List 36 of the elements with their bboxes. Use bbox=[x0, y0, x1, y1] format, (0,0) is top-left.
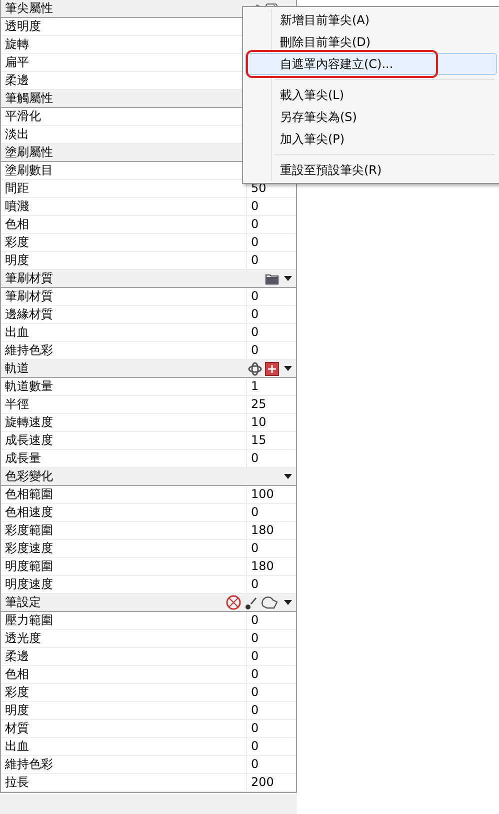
section-title: 塗刷屬性 bbox=[5, 144, 54, 161]
property-label: 維持色彩 bbox=[1, 756, 247, 773]
property-label: 彩度速度 bbox=[1, 540, 247, 557]
property-label: 明度 bbox=[1, 252, 247, 269]
property-label: 出血 bbox=[1, 738, 247, 755]
property-label: 出血 bbox=[1, 324, 247, 341]
property-label: 旋轉速度 bbox=[1, 414, 247, 431]
property-label: 色相範圍 bbox=[1, 486, 247, 503]
property-label: 維持色彩 bbox=[1, 342, 247, 359]
property-label: 色相速度 bbox=[1, 504, 247, 521]
section-title: 筆刷材質 bbox=[5, 270, 54, 287]
property-label: 色相 bbox=[1, 666, 247, 683]
section-title: 筆設定 bbox=[5, 594, 42, 611]
property-label: 邊緣材質 bbox=[1, 306, 247, 323]
property-label: 柔邊 bbox=[1, 648, 247, 665]
property-label: 明度範圍 bbox=[1, 558, 247, 575]
property-label: 彩度 bbox=[1, 234, 247, 251]
section-title: 軌道 bbox=[5, 360, 30, 377]
section-title: 筆尖屬性 bbox=[5, 0, 54, 17]
property-label: 軌道數量 bbox=[1, 378, 247, 395]
property-label: 噴濺 bbox=[1, 198, 247, 215]
property-label: 半徑 bbox=[1, 396, 247, 413]
property-label: 成長速度 bbox=[1, 432, 247, 449]
property-label: 材質 bbox=[1, 720, 247, 737]
property-label: 筆刷材質 bbox=[1, 288, 247, 305]
property-label: 明度速度 bbox=[1, 576, 247, 593]
property-label: 成長量 bbox=[1, 450, 247, 467]
property-label: 彩度 bbox=[1, 684, 247, 701]
property-label: 明度 bbox=[1, 702, 247, 719]
property-label: 壓力範圍 bbox=[1, 612, 247, 629]
property-label: 色相 bbox=[1, 216, 247, 233]
section-title: 筆觸屬性 bbox=[5, 90, 54, 107]
property-label: 拉長 bbox=[1, 774, 247, 791]
property-label: 透光度 bbox=[1, 630, 247, 647]
section-title: 色彩變化 bbox=[5, 468, 54, 485]
property-label: 彩度範圍 bbox=[1, 522, 247, 539]
